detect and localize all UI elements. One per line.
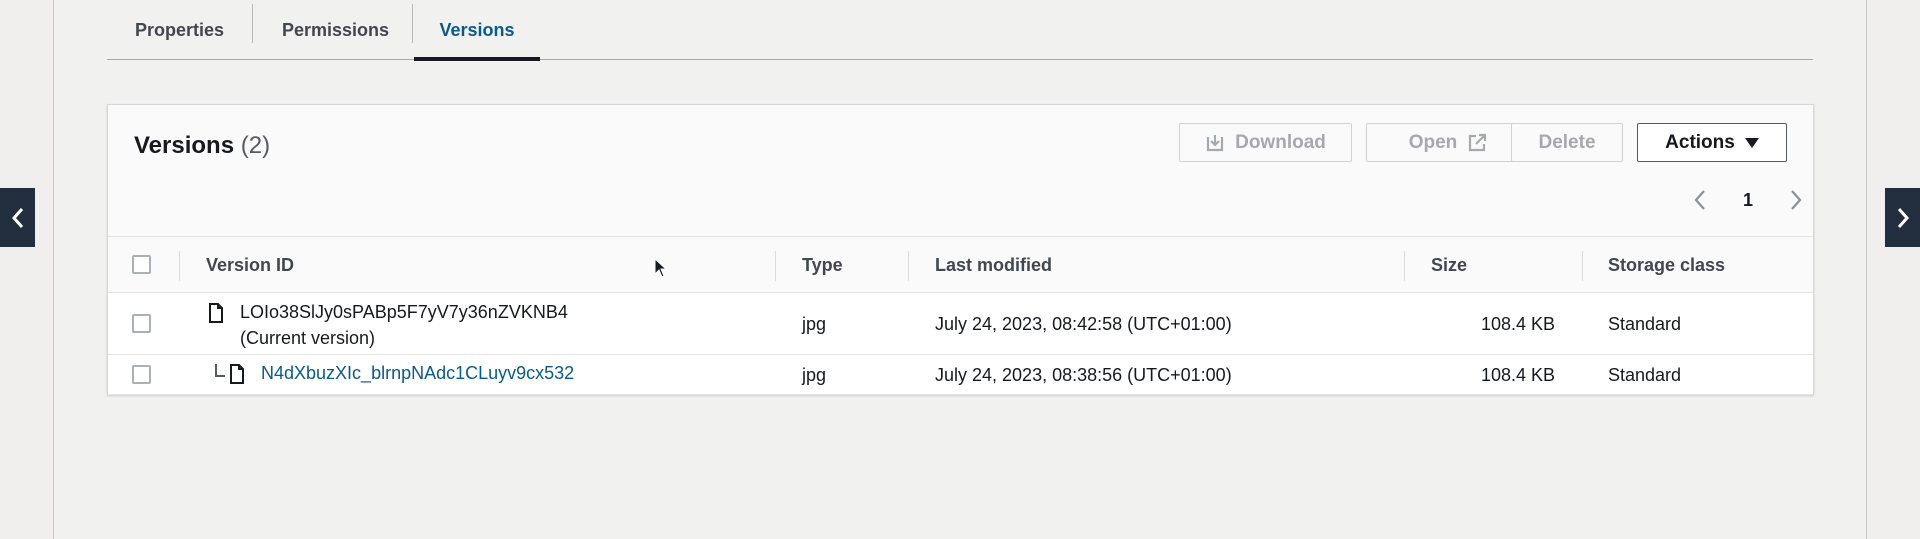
last-modified: July 24, 2023, 08:42:58 (UTC+01:00): [935, 314, 1232, 334]
file-size: 108.4 KB: [1480, 314, 1555, 334]
download-icon: [1207, 134, 1224, 151]
table-row[interactable]: LOIo38SlJy0sPABp5F7yV7y36nZVKNB4 (Curren…: [108, 293, 1813, 355]
external-link-icon: [1469, 133, 1487, 151]
column-divider: [179, 251, 180, 281]
next-nav-button[interactable]: [1885, 188, 1920, 247]
table-row[interactable]: N4dXbuzXIc_blrnpNAdc1CLuyv9cx532 jpg Jul…: [108, 355, 1813, 395]
tab-permissions[interactable]: Permissions: [253, 0, 418, 60]
previous-nav-button[interactable]: [0, 188, 35, 247]
chevron-right-icon[interactable]: [1789, 189, 1803, 211]
open-label: Open: [1408, 131, 1458, 153]
chevron-left-icon[interactable]: [1693, 189, 1707, 211]
column-divider: [775, 251, 776, 281]
chevron-left-icon: [11, 207, 23, 228]
panel-title: Versions (2): [134, 132, 270, 160]
actions-label: Actions: [1665, 131, 1735, 153]
panel-title-text: Versions: [134, 132, 235, 159]
file-size: 108.4 KB: [1480, 365, 1555, 385]
current-page[interactable]: 1: [1743, 190, 1753, 211]
column-header-type[interactable]: Type: [802, 237, 843, 294]
file-icon: [209, 303, 223, 323]
pagination: 1: [1693, 184, 1803, 216]
column-divider: [1582, 251, 1583, 281]
file-type: jpg: [802, 365, 827, 385]
tab-bar: Properties Permissions Versions: [107, 0, 1813, 61]
open-button[interactable]: Open: [1366, 123, 1530, 162]
caret-down-icon: [1744, 137, 1759, 148]
last-modified: July 24, 2023, 08:38:56 (UTC+01:00): [935, 365, 1232, 385]
storage-class: Standard: [1608, 365, 1682, 385]
delete-label: Delete: [1538, 131, 1596, 153]
column-header-size[interactable]: Size: [1431, 237, 1467, 294]
file-icon: [230, 364, 244, 384]
version-count: (2): [240, 132, 271, 159]
column-divider: [1404, 251, 1405, 281]
tab-versions[interactable]: Versions: [414, 0, 540, 61]
mouse-cursor-icon: [654, 258, 668, 278]
current-version-label: (Current version): [240, 328, 376, 348]
versions-panel: Versions (2) Download Open Delete Action…: [107, 104, 1814, 395]
column-header-storage-class[interactable]: Storage class: [1608, 237, 1725, 294]
tree-connector-icon: [215, 364, 225, 377]
column-divider: [908, 251, 909, 281]
tab-properties[interactable]: Properties: [107, 0, 252, 60]
tab-divider: [412, 4, 413, 43]
version-id-link[interactable]: N4dXbuzXIc_blrnpNAdc1CLuyv9cx532: [261, 363, 574, 384]
column-header-version-id[interactable]: Version ID: [206, 237, 294, 294]
column-header-last-modified[interactable]: Last modified: [935, 237, 1052, 294]
select-all-checkbox[interactable]: [132, 255, 151, 274]
delete-button[interactable]: Delete: [1511, 123, 1623, 162]
download-label: Download: [1235, 131, 1326, 153]
storage-class: Standard: [1608, 314, 1682, 334]
row-checkbox[interactable]: [132, 365, 151, 384]
chevron-right-icon: [1897, 207, 1909, 228]
row-checkbox[interactable]: [132, 314, 151, 333]
download-button[interactable]: Download: [1179, 123, 1352, 162]
version-id: LOIo38SlJy0sPABp5F7yV7y36nZVKNB4: [240, 302, 568, 322]
actions-button[interactable]: Actions: [1637, 123, 1787, 162]
file-type: jpg: [802, 314, 827, 334]
table-header: Version ID Type Last modified Size Stora…: [108, 236, 1813, 293]
